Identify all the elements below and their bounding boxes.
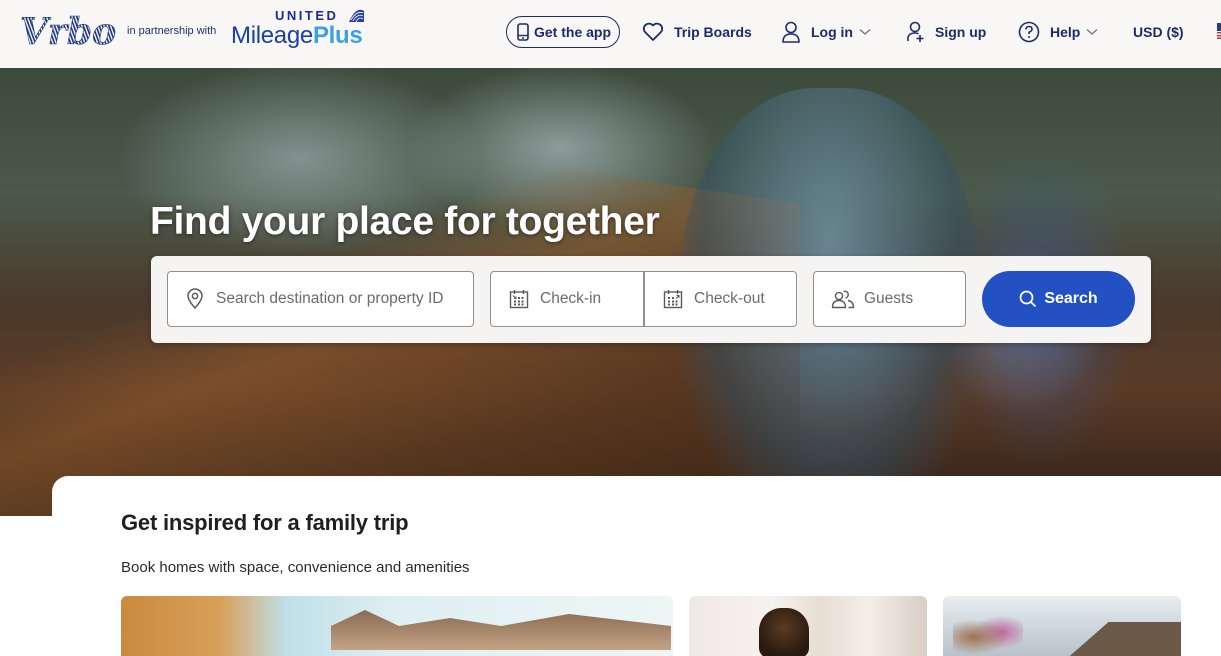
- heart-icon: [642, 22, 664, 41]
- log-in-label: Log in: [811, 24, 853, 40]
- currency-selector[interactable]: USD ($): [1133, 16, 1184, 48]
- svg-text:Vrbo: Vrbo: [20, 12, 116, 52]
- sign-up-link[interactable]: Sign up: [905, 16, 986, 48]
- card-image-people: [953, 612, 1023, 656]
- map-pin-icon: [187, 288, 203, 310]
- search-button-label: Search: [1044, 290, 1098, 307]
- user-icon: [782, 21, 800, 43]
- search-icon: [1019, 290, 1037, 308]
- mileageplus-logo[interactable]: MileagePlus: [231, 22, 363, 50]
- section-title: Get inspired for a family trip: [121, 510, 409, 535]
- card-image-house: [331, 610, 671, 650]
- inspiration-card-family-outdoor[interactable]: [943, 596, 1181, 656]
- inspiration-card-pet-friendly[interactable]: [689, 596, 927, 656]
- search-form: Search destination or property ID Check-…: [151, 256, 1151, 343]
- mileageplus-plus: Plus: [312, 22, 363, 49]
- united-wordmark: UNITED: [275, 8, 339, 23]
- check-out-placeholder: Check-out: [694, 290, 765, 307]
- partnership-text: in partnership with: [127, 25, 217, 37]
- hero-title: Find your place for together: [150, 200, 660, 243]
- phone-icon: [517, 23, 529, 41]
- card-image-roof: [1063, 622, 1181, 656]
- inspiration-card-house[interactable]: [121, 596, 673, 656]
- guests-input[interactable]: Guests: [813, 271, 966, 327]
- get-the-app-button[interactable]: Get the app: [506, 16, 620, 48]
- search-button[interactable]: Search: [982, 271, 1135, 327]
- site-header: Vrbo in partnership with UNITED MileageP…: [0, 0, 1221, 68]
- united-globe-icon: [349, 9, 364, 23]
- trip-boards-label: Trip Boards: [674, 24, 752, 40]
- destination-input[interactable]: Search destination or property ID: [167, 271, 474, 327]
- help-circle-icon: [1018, 21, 1040, 43]
- trip-boards-link[interactable]: Trip Boards: [642, 16, 752, 48]
- calendar-checkout-icon: [663, 290, 683, 309]
- check-in-placeholder: Check-in: [540, 290, 602, 307]
- us-flag-icon[interactable]: [1217, 23, 1221, 39]
- sign-up-label: Sign up: [935, 24, 987, 40]
- card-image-dog: [759, 608, 809, 656]
- help-menu[interactable]: Help: [1018, 16, 1098, 48]
- destination-placeholder: Search destination or property ID: [216, 290, 444, 307]
- log-in-menu[interactable]: Log in: [781, 16, 871, 48]
- user-plus-icon: [907, 21, 924, 42]
- get-the-app-label: Get the app: [534, 24, 612, 40]
- section-subtitle: Book homes with space, convenience and a…: [121, 559, 470, 576]
- help-label: Help: [1050, 24, 1081, 40]
- guests-icon: [831, 290, 855, 309]
- chevron-down-icon: [1086, 29, 1098, 35]
- currency-label: USD ($): [1133, 24, 1184, 40]
- mileageplus-main: Mileage: [231, 22, 313, 49]
- calendar-checkin-icon: [509, 290, 529, 309]
- check-out-input[interactable]: Check-out: [644, 271, 797, 327]
- chevron-down-icon: [859, 29, 871, 35]
- check-in-input[interactable]: Check-in: [490, 271, 644, 327]
- guests-placeholder: Guests: [864, 290, 914, 307]
- vrbo-logo[interactable]: Vrbo: [20, 12, 118, 52]
